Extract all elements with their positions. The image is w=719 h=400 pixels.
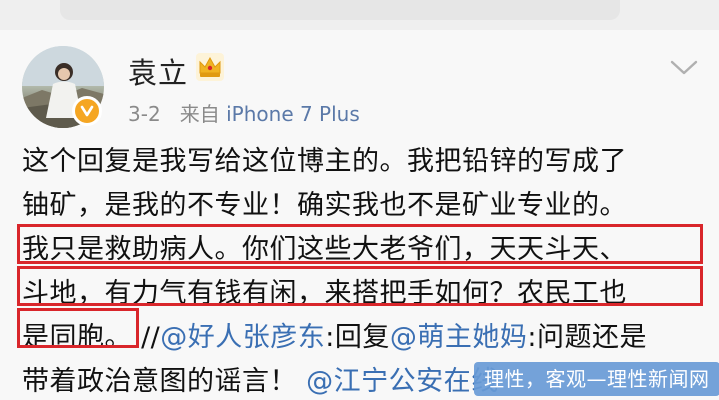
post-text: 这个回复是我写给这位博主的。我把铅锌的写成了 <box>22 146 627 177</box>
post-source-prefix: 来自 <box>179 102 220 126</box>
author-name[interactable]: 袁立 <box>128 50 188 92</box>
mention-link[interactable]: @萌主她妈 <box>390 322 528 353</box>
crown-icon[interactable] <box>195 52 225 82</box>
post-text: 带着政治意图的谣言！ <box>22 366 307 397</box>
post-text: :问题还是 <box>527 322 647 353</box>
post-text: // <box>132 322 161 353</box>
post-source[interactable]: iPhone 7 Plus <box>226 102 360 126</box>
post-text: 斗地，有力气有钱有闲，来搭把手如何？农民工也 <box>22 278 627 309</box>
post-text: :回复 <box>325 322 390 353</box>
mention-link[interactable]: @好人张彦东 <box>160 322 325 353</box>
post-line: 是同胞。 //@好人张彦东:回复@萌主她妈:问题还是 <box>22 316 702 360</box>
verified-badge-icon <box>72 96 102 126</box>
post-line: 这个回复是我写给这位博主的。我把铅锌的写成了 <box>22 140 702 184</box>
post-date: 3-2 <box>128 102 161 126</box>
watermark: 理性，客观—理性新闻网 <box>474 362 719 396</box>
top-bar <box>0 0 719 30</box>
post-text: 是同胞。 <box>22 322 132 353</box>
post-meta: 3-2 来自 iPhone 7 Plus <box>128 98 360 127</box>
post-line: 我只是救助病人。你们这些大老爷们，天天斗天、 <box>22 228 702 272</box>
mention-link[interactable]: @江宁公安在线 <box>306 366 499 397</box>
chevron-down-icon[interactable] <box>668 58 700 78</box>
post-content: 这个回复是我写给这位博主的。我把铅锌的写成了 铀矿，是我的不专业！确实我也不是矿业… <box>22 140 702 400</box>
post-text: 铀矿，是我的不专业！确实我也不是矿业专业的。 <box>22 190 627 221</box>
top-search-strip <box>60 0 620 20</box>
post-line: 铀矿，是我的不专业！确实我也不是矿业专业的。 <box>22 184 702 228</box>
post-text: 我只是救助病人。你们这些大老爷们，天天斗天、 <box>22 234 627 265</box>
post-line: 斗地，有力气有钱有闲，来搭把手如何？农民工也 <box>22 272 702 316</box>
